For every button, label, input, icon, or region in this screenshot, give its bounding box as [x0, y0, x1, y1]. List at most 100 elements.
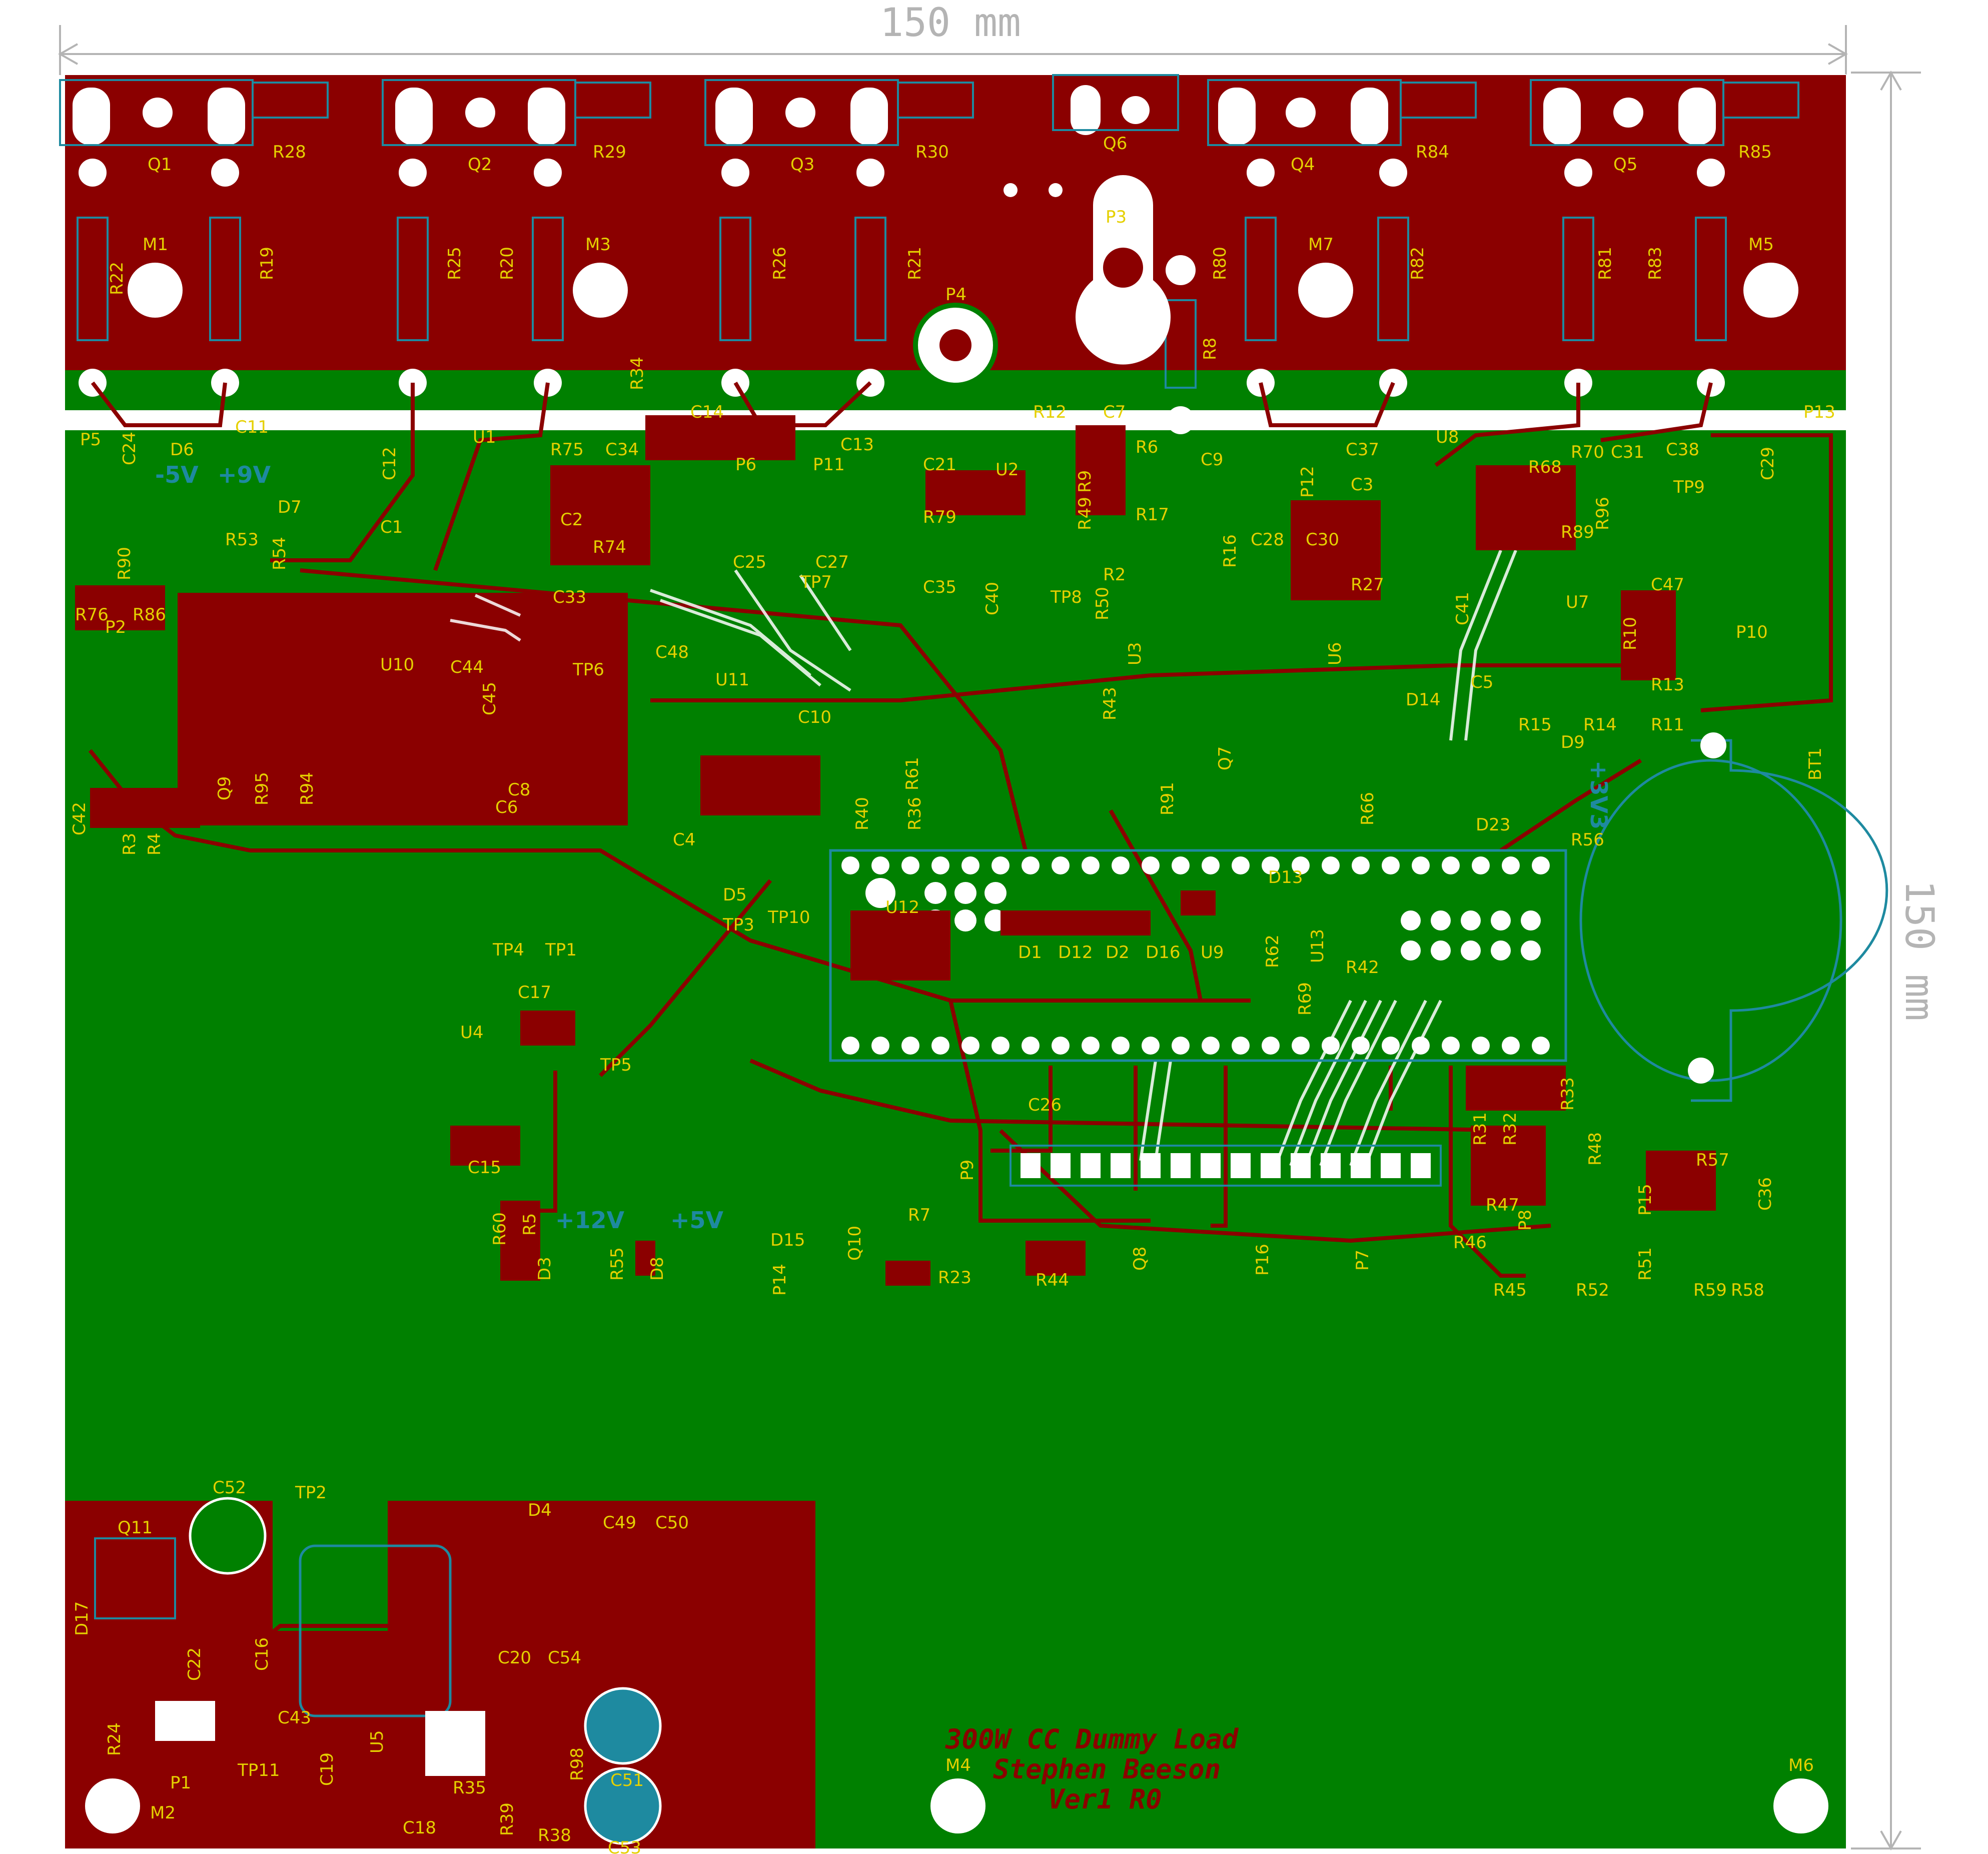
component-ref-tp7: TP7 [800, 572, 832, 592]
component-ref-c26: C26 [1028, 1095, 1062, 1115]
component-ref-p11: P11 [813, 455, 845, 475]
component-ref-c24: C24 [120, 432, 140, 465]
component-ref-r80: R80 [1210, 247, 1230, 280]
component-ref-tp9: TP9 [1673, 477, 1705, 497]
component-ref-m7: M7 [1308, 235, 1334, 255]
rail-label-plus3v3: +3V3 [1585, 760, 1612, 829]
component-ref-r31: R31 [1470, 1112, 1490, 1146]
component-ref-r68: R68 [1528, 457, 1562, 477]
component-ref-c51: C51 [610, 1770, 644, 1790]
component-ref-r38: R38 [538, 1825, 571, 1845]
component-ref-r66: R66 [1358, 792, 1378, 825]
component-ref-r19: R19 [257, 247, 277, 280]
component-ref-r35: R35 [453, 1778, 486, 1798]
component-ref-c33: C33 [553, 587, 586, 607]
component-ref-c48: C48 [655, 642, 689, 662]
component-ref-u1: U1 [473, 427, 496, 447]
component-ref-r16: R16 [1220, 534, 1240, 568]
component-ref-r13: R13 [1651, 675, 1684, 695]
component-ref-p14: P14 [770, 1264, 790, 1296]
component-ref-r57: R57 [1696, 1150, 1729, 1170]
component-ref-d13: D13 [1268, 867, 1303, 887]
component-ref-r58: R58 [1731, 1280, 1764, 1300]
component-ref-q8: Q8 [1130, 1247, 1150, 1271]
component-ref-r29: R29 [593, 142, 626, 162]
component-ref-q9: Q9 [215, 776, 235, 800]
component-ref-d1: D1 [1018, 943, 1042, 963]
component-ref-p8: P8 [1515, 1210, 1535, 1231]
component-ref-r96: R96 [1593, 497, 1613, 530]
component-ref-r8: R8 [1200, 338, 1220, 360]
component-ref-c10: C10 [798, 707, 831, 727]
silkscreen-line2: Stephen Beeson [993, 1753, 1221, 1785]
component-ref-r28: R28 [273, 142, 306, 162]
component-ref-r84: R84 [1416, 142, 1449, 162]
component-ref-c1: C1 [380, 517, 403, 537]
component-ref-q1: Q1 [148, 155, 172, 175]
component-ref-c19: C19 [317, 1752, 337, 1786]
component-ref-c38: C38 [1666, 440, 1699, 460]
component-ref-r75: R75 [550, 440, 584, 460]
component-ref-r56: R56 [1571, 830, 1604, 850]
component-ref-r26: R26 [770, 247, 790, 280]
component-ref-m2: M2 [150, 1803, 176, 1823]
component-ref-u10: U10 [380, 655, 414, 675]
pcb-layout-diagram: 150 mm 150 mm Q1 Q2 Q3 Q6 Q4 Q5 R28 R29 … [58, 1, 1941, 1854]
component-ref-r7: R7 [908, 1205, 930, 1225]
component-ref-c41: C41 [1453, 592, 1473, 625]
component-ref-r9: R9 [1075, 470, 1095, 493]
component-ref-r98: R98 [567, 1747, 587, 1781]
rail-label-plus5v: +5V [670, 1207, 724, 1234]
component-ref-p6: P6 [735, 455, 756, 475]
component-ref-c54: C54 [548, 1648, 581, 1668]
component-ref-c52: C52 [213, 1478, 246, 1498]
component-ref-u5: U5 [367, 1730, 387, 1753]
silkscreen-line1: 300W CC Dummy Load [945, 1723, 1239, 1755]
component-ref-c16: C16 [252, 1637, 272, 1671]
component-ref-tp10: TP10 [767, 907, 810, 928]
component-ref-r90: R90 [115, 547, 135, 580]
height-dimension-label: 150 mm [1896, 880, 1941, 1021]
component-ref-u12: U12 [885, 897, 919, 917]
rail-label-plus12v: +12V [555, 1207, 625, 1234]
bottom-left-green-inset [273, 1501, 388, 1631]
component-ref-r4: R4 [145, 833, 165, 855]
component-ref-r91: R91 [1158, 782, 1178, 815]
component-ref-d15: D15 [770, 1230, 805, 1250]
component-ref-c40: C40 [982, 582, 1003, 615]
component-ref-r22: R22 [107, 262, 127, 295]
component-ref-c14: C14 [690, 402, 724, 422]
component-ref-q11: Q11 [118, 1518, 153, 1538]
component-ref-r54: R54 [270, 537, 290, 570]
component-ref-c27: C27 [815, 552, 849, 572]
component-ref-p3: P3 [1106, 207, 1127, 227]
component-ref-r12: R12 [1033, 402, 1067, 422]
component-ref-r27: R27 [1351, 575, 1384, 595]
component-ref-tp3: TP3 [722, 915, 754, 935]
component-ref-p13: P13 [1803, 402, 1835, 422]
component-ref-r40: R40 [852, 797, 872, 830]
component-ref-r23: R23 [938, 1268, 971, 1288]
component-ref-c11: C11 [235, 417, 269, 437]
component-ref-r79: R79 [923, 507, 956, 527]
component-ref-r15: R15 [1518, 715, 1552, 735]
component-ref-d9: D9 [1561, 732, 1585, 752]
component-ref-bt1: BT1 [1805, 747, 1825, 780]
component-ref-r89: R89 [1561, 522, 1594, 542]
component-ref-tp8: TP8 [1050, 587, 1082, 607]
component-ref-tp6: TP6 [572, 660, 604, 680]
component-ref-p15: P15 [1635, 1184, 1655, 1216]
component-ref-m5: M5 [1748, 235, 1774, 255]
component-ref-c47: C47 [1651, 575, 1684, 595]
component-ref-c21: C21 [923, 455, 956, 475]
component-ref-r95: R95 [252, 772, 272, 805]
component-ref-d17: D17 [72, 1601, 92, 1636]
component-ref-d8: D8 [647, 1257, 667, 1281]
component-ref-tp2: TP2 [295, 1483, 327, 1503]
component-ref-r32: R32 [1500, 1112, 1520, 1146]
component-ref-c35: C35 [923, 577, 956, 597]
component-ref-u7: U7 [1566, 592, 1589, 612]
component-ref-r50: R50 [1093, 587, 1113, 620]
component-ref-r76: R76 [75, 605, 109, 625]
component-ref-p10: P10 [1736, 622, 1768, 642]
